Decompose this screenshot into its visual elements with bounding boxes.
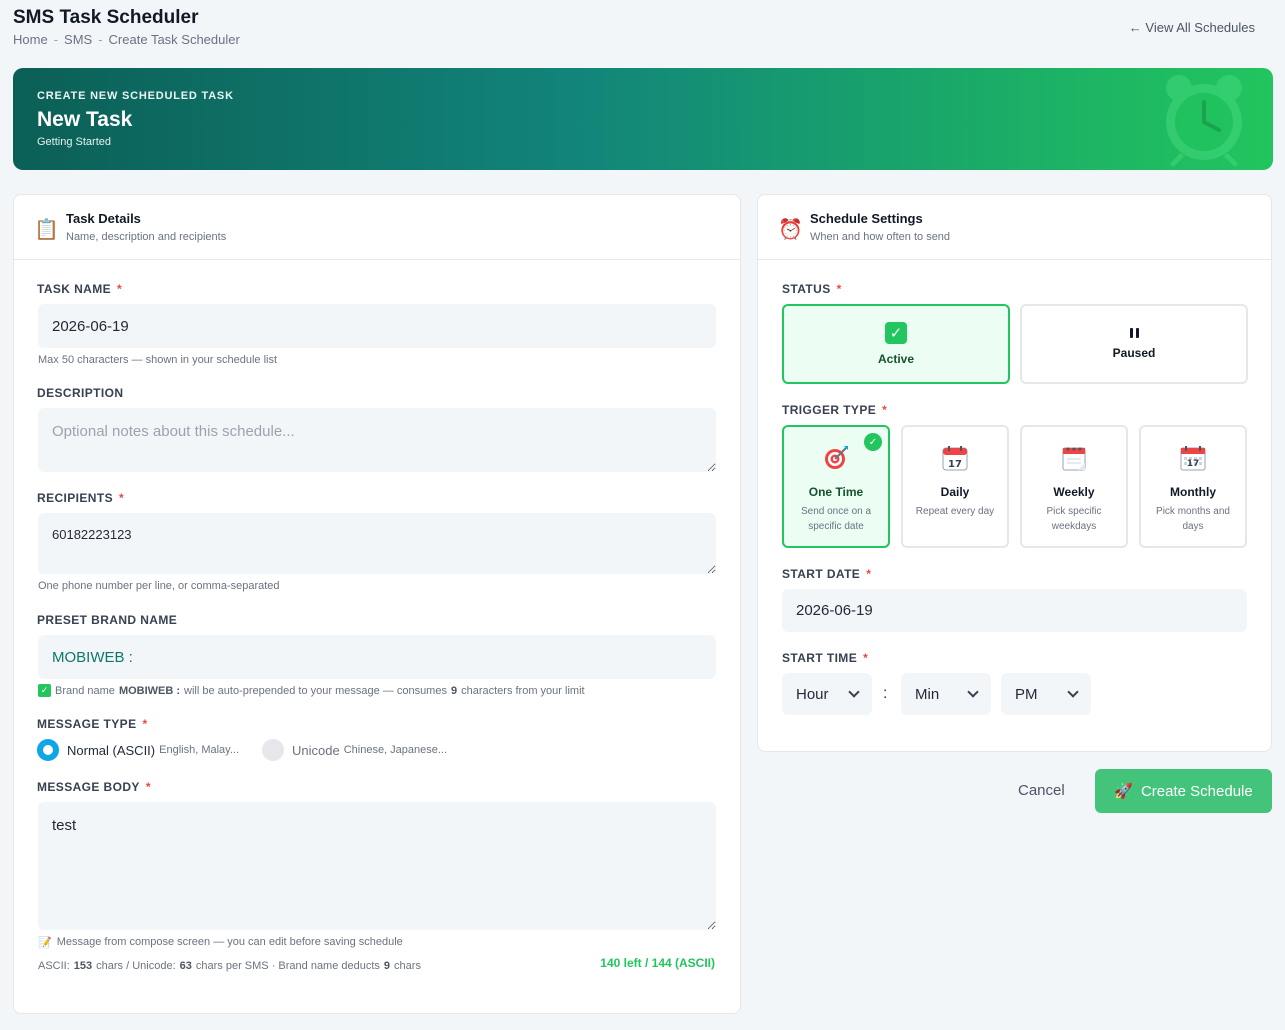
calendar-icon: 17: [903, 445, 1007, 471]
hero-subtitle: Getting Started: [37, 136, 111, 148]
check-icon: ✓: [38, 684, 51, 697]
target-icon: [784, 445, 888, 471]
description-label: DESCRIPTION: [37, 386, 124, 400]
message-body-textarea[interactable]: test: [38, 802, 716, 930]
radio-selected-icon[interactable]: [37, 739, 59, 761]
breadcrumb-separator: -: [53, 32, 59, 47]
rocket-icon: 🚀: [1114, 783, 1133, 800]
character-counter: 140 left / 144 (ASCII): [600, 956, 715, 970]
recipients-textarea[interactable]: 60182223123: [38, 513, 716, 574]
start-date-label: START DATE *: [782, 567, 872, 581]
create-schedule-button[interactable]: 🚀 Create Schedule: [1095, 769, 1272, 813]
pause-icon: [1129, 328, 1139, 338]
breadcrumb: Home - SMS - Create Task Scheduler: [13, 32, 240, 47]
schedule-settings-title: Schedule Settings: [810, 211, 923, 226]
chevron-down-icon: [1067, 685, 1079, 698]
hero-title: New Task: [37, 108, 133, 131]
breadcrumb-home[interactable]: Home: [13, 32, 48, 47]
description-textarea[interactable]: [38, 408, 716, 472]
minute-select[interactable]: Min: [901, 673, 991, 715]
hour-select[interactable]: Hour: [782, 673, 872, 715]
hero-kicker: CREATE NEW SCHEDULED TASK: [37, 90, 234, 102]
memo-icon: 📝: [38, 937, 52, 949]
clipboard-icon: 📋: [34, 219, 59, 241]
status-active-button[interactable]: ✓ Active: [782, 304, 1010, 384]
compose-note: 📝 Message from compose screen — you can …: [38, 936, 403, 949]
trigger-monthly-option[interactable]: 17 Monthly Pick months and days: [1139, 425, 1247, 548]
alarm-clock-icon: ⏰: [778, 219, 803, 241]
task-name-label: TASK NAME *: [37, 282, 123, 296]
alarm-clock-icon: [1166, 75, 1242, 166]
svg-text:17: 17: [1187, 459, 1200, 469]
start-date-input[interactable]: [782, 589, 1247, 632]
calendar-grid-icon: 17: [1141, 445, 1245, 471]
check-icon: ✓: [885, 322, 907, 344]
radio-unselected-icon[interactable]: [262, 739, 284, 761]
task-details-title: Task Details: [66, 211, 141, 226]
schedule-settings-header: ⏰ Schedule Settings When and how often t…: [758, 195, 1271, 260]
spiral-calendar-icon: [1022, 445, 1126, 471]
brand-name-field: MOBIWEB :: [38, 635, 716, 679]
trigger-weekly-option[interactable]: Weekly Pick specific weekdays: [1020, 425, 1128, 548]
recipients-hint: One phone number per line, or comma-sepa…: [38, 580, 280, 592]
task-details-header: 📋 Task Details Name, description and rec…: [14, 195, 740, 260]
page-title: SMS Task Scheduler: [13, 7, 199, 28]
trigger-one-time-option[interactable]: ✓ One Time Send once on a specific date: [782, 425, 890, 548]
task-name-hint: Max 50 characters — shown in your schedu…: [38, 354, 278, 366]
sms-length-stats: ASCII: 153 chars / Unicode: 63 chars per…: [38, 960, 421, 972]
brand-name-note: ✓ Brand name MOBIWEB : will be auto-prep…: [38, 684, 585, 697]
hero-banner: CREATE NEW SCHEDULED TASK New Task Getti…: [13, 68, 1273, 170]
message-type-unicode-option[interactable]: Unicode Chinese, Japanese...: [262, 739, 447, 761]
chevron-down-icon: [848, 685, 860, 698]
svg-text:17: 17: [948, 459, 962, 470]
chevron-down-icon: [967, 685, 979, 698]
view-all-schedules-link[interactable]: ← View All Schedules: [1129, 20, 1255, 35]
task-details-description: Name, description and recipients: [66, 231, 227, 243]
period-select[interactable]: PM: [1001, 673, 1091, 715]
message-type-label: MESSAGE TYPE *: [37, 717, 148, 731]
start-time-label: START TIME *: [782, 651, 869, 665]
message-type-ascii-option[interactable]: Normal (ASCII) English, Malay...: [37, 739, 239, 761]
status-paused-button[interactable]: Paused: [1020, 304, 1248, 384]
schedule-settings-description: When and how often to send: [810, 231, 951, 243]
recipients-label: RECIPIENTS *: [37, 491, 125, 505]
trigger-daily-option[interactable]: 17 Daily Repeat every day: [901, 425, 1009, 548]
time-separator: :: [883, 685, 888, 702]
breadcrumb-current: Create Task Scheduler: [108, 32, 240, 47]
breadcrumb-separator: -: [98, 32, 103, 47]
trigger-type-label: TRIGGER TYPE *: [782, 403, 888, 417]
breadcrumb-sms[interactable]: SMS: [64, 32, 92, 47]
task-name-input[interactable]: [38, 304, 716, 348]
cancel-button[interactable]: Cancel: [1018, 782, 1065, 799]
brand-name-label: PRESET BRAND NAME: [37, 613, 178, 627]
status-label: STATUS *: [782, 282, 842, 296]
message-body-label: MESSAGE BODY *: [37, 780, 151, 794]
